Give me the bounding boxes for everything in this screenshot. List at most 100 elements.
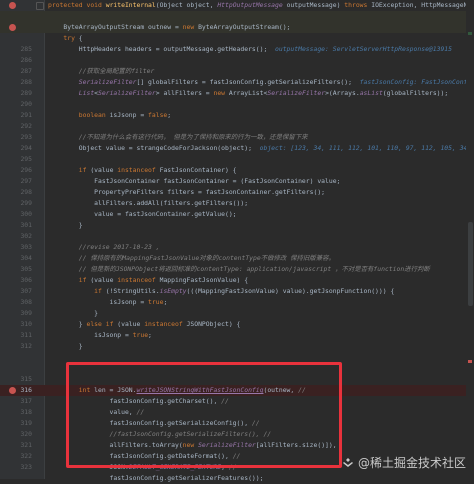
fold-icon[interactable] (36, 2, 44, 10)
code-text[interactable]: Object value = strangeCodeForJackson(obj… (48, 143, 474, 154)
code-line[interactable]: 286 (0, 55, 474, 66)
code-line[interactable]: try { (0, 33, 474, 44)
code-line[interactable]: 309 } (0, 308, 474, 319)
code-line[interactable]: 315 (0, 374, 474, 385)
line-number[interactable]: 287 (2, 66, 32, 77)
change-marker[interactable] (468, 32, 472, 35)
line-number[interactable]: 286 (2, 55, 32, 66)
code-line[interactable]: 311 isJsonp = true; (0, 330, 474, 341)
code-text[interactable]: HttpHeaders headers = outputMessage.getH… (48, 44, 474, 55)
line-number[interactable]: 289 (2, 88, 32, 99)
scrollbar-thumb[interactable] (468, 222, 473, 306)
code-line[interactable]: 299 allFilters.addAll(filters.getFilters… (0, 198, 474, 209)
code-line[interactable]: 300 value = fastJsonContainer.getValue()… (0, 209, 474, 220)
code-line[interactable]: 298 PropertyPreFilters filters = fastJso… (0, 187, 474, 198)
code-line[interactable]: 307 if (!StringUtils.isEmpty(((MappingFa… (0, 286, 474, 297)
code-text[interactable]: protected void writeInternal(Object obje… (48, 0, 474, 11)
code-text[interactable]: int len = JSON.writeJSONStringWithFastJs… (48, 385, 474, 396)
line-number[interactable]: 285 (2, 44, 32, 55)
code-line[interactable]: 316 int len = JSON.writeJSONStringWithFa… (0, 385, 474, 396)
code-text[interactable]: allFilters.addAll(filters.getFilters()); (48, 198, 474, 209)
code-line[interactable] (0, 363, 474, 374)
code-text[interactable]: // 但是新的JSONPObject将返回标准的contentType: app… (48, 264, 474, 275)
code-text[interactable]: List<SerializeFilter> allFilters = new A… (48, 88, 474, 99)
code-line[interactable]: 293 //不知道为什么会有这行代码， 但是为了保持和原来的行为一致，还是保留下… (0, 132, 474, 143)
code-line[interactable]: 308 isJsonp = true; (0, 297, 474, 308)
code-text[interactable]: PropertyPreFilters filters = fastJsonCon… (48, 187, 474, 198)
code-text[interactable]: } (48, 220, 474, 231)
code-text[interactable]: //获取全局配置的filter (48, 66, 474, 77)
line-number[interactable]: 315 (2, 374, 32, 385)
code-text[interactable]: isJsonp = true; (48, 297, 474, 308)
breakpoint-icon[interactable] (9, 387, 16, 394)
code-line[interactable]: 288 SerializeFilter[] globalFilters = fa… (0, 77, 474, 88)
code-text[interactable]: FastJsonContainer fastJsonContainer = (F… (48, 176, 474, 187)
code-text[interactable]: value, // (48, 407, 474, 418)
line-number[interactable]: 305 (2, 264, 32, 275)
line-number[interactable]: 322 (2, 451, 32, 462)
line-number[interactable]: 295 (2, 154, 32, 165)
line-number[interactable]: 301 (2, 220, 32, 231)
code-text[interactable]: SerializeFilter[] globalFilters = fastJs… (48, 77, 474, 88)
code-text[interactable]: fastJsonConfig.getCharset(), // (48, 396, 474, 407)
line-number[interactable]: 311 (2, 330, 32, 341)
code-line[interactable]: ByteArrayOutputStream outnew = new ByteA… (0, 22, 474, 33)
line-number[interactable]: 323 (2, 462, 32, 473)
code-line[interactable]: 304 // 保持原有的MappingFastJsonValue对象的conte… (0, 253, 474, 264)
code-line[interactable]: 303 //revise 2017-10-23 , (0, 242, 474, 253)
line-number[interactable]: 292 (2, 121, 32, 132)
code-editor[interactable]: protected void writeInternal(Object obje… (0, 0, 474, 482)
breakpoint-icon[interactable] (9, 24, 16, 31)
code-line[interactable]: 291 boolean isJsonp = false; (0, 110, 474, 121)
code-text[interactable]: if (value instanceof FastJsonContainer) … (48, 165, 474, 176)
code-line[interactable]: 301 } (0, 220, 474, 231)
code-text[interactable]: fastJsonConfig.getSerializeConfig(), // (48, 418, 474, 429)
code-line[interactable] (0, 352, 474, 363)
code-line[interactable]: 297 FastJsonContainer fastJsonContainer … (0, 176, 474, 187)
code-text[interactable]: } (48, 308, 474, 319)
code-text[interactable]: isJsonp = true; (48, 330, 474, 341)
line-number[interactable]: 320 (2, 429, 32, 440)
code-text[interactable]: } (48, 341, 474, 352)
code-line[interactable]: protected void writeInternal(Object obje… (0, 0, 474, 11)
code-line[interactable]: 285 HttpHeaders headers = outputMessage.… (0, 44, 474, 55)
line-number[interactable]: 302 (2, 231, 32, 242)
code-text[interactable]: // 保持原有的MappingFastJsonValue对象的contentTy… (48, 253, 474, 264)
vertical-scrollbar[interactable] (466, 0, 474, 479)
line-number[interactable]: 298 (2, 187, 32, 198)
code-line[interactable]: 310 } else if (value instanceof JSONPObj… (0, 319, 474, 330)
code-text[interactable]: } else if (value instanceof JSONPObject)… (48, 319, 474, 330)
line-number[interactable]: 321 (2, 440, 32, 451)
code-line[interactable]: 312 } (0, 341, 474, 352)
code-text[interactable]: value = fastJsonContainer.getValue(); (48, 209, 474, 220)
line-number[interactable]: 319 (2, 418, 32, 429)
line-number[interactable]: 299 (2, 198, 32, 209)
code-text[interactable]: if (!StringUtils.isEmpty(((MappingFastJs… (48, 286, 474, 297)
line-number[interactable]: 308 (2, 297, 32, 308)
code-line[interactable] (0, 11, 474, 22)
code-line[interactable]: 296 if (value instanceof FastJsonContain… (0, 165, 474, 176)
line-number[interactable]: 293 (2, 132, 32, 143)
line-number[interactable]: 310 (2, 319, 32, 330)
line-number[interactable]: 296 (2, 165, 32, 176)
line-number[interactable]: 318 (2, 407, 32, 418)
line-number[interactable]: 304 (2, 253, 32, 264)
code-line[interactable]: 290 (0, 99, 474, 110)
code-text[interactable]: if (value instanceof MappingFastJsonValu… (48, 275, 474, 286)
line-number[interactable]: 317 (2, 396, 32, 407)
line-number[interactable]: 306 (2, 275, 32, 286)
code-line[interactable]: 319 fastJsonConfig.getSerializeConfig(),… (0, 418, 474, 429)
line-number[interactable]: 297 (2, 176, 32, 187)
line-number[interactable]: 307 (2, 286, 32, 297)
line-number[interactable]: 316 (2, 385, 32, 396)
code-line[interactable]: 320 //fastJsonConfig.getSerializeFilters… (0, 429, 474, 440)
code-text[interactable]: //fastJsonConfig.getSerializeFilters(), … (48, 429, 474, 440)
code-text[interactable]: try { (48, 33, 474, 44)
line-number[interactable]: 291 (2, 110, 32, 121)
line-number[interactable]: 303 (2, 242, 32, 253)
code-line[interactable]: 289 List<SerializeFilter> allFilters = n… (0, 88, 474, 99)
code-line[interactable]: 321 allFilters.toArray(new SerializeFilt… (0, 440, 474, 451)
code-line[interactable]: 317 fastJsonConfig.getCharset(), // (0, 396, 474, 407)
code-text[interactable]: //revise 2017-10-23 , (48, 242, 474, 253)
code-line[interactable]: 306 if (value instanceof MappingFastJson… (0, 275, 474, 286)
